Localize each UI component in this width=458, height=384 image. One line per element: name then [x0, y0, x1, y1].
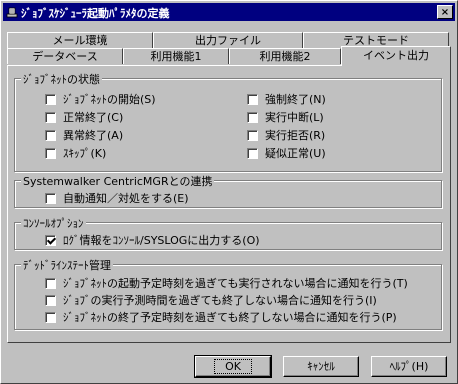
checkbox-exec-suspend[interactable]: 実行中断(L) [247, 109, 324, 125]
checkbox-abnormal-end[interactable]: 異常終了(A) [45, 127, 123, 143]
checkbox-label: 疑似正常(U) [265, 147, 326, 160]
checkbox-box[interactable] [45, 111, 56, 123]
ok-button-label: OK [214, 359, 252, 374]
group-title-jobnet-status: ｼﾞｮﾌﾞﾈｯﾄの状態 [21, 71, 102, 87]
group-console: ｺﾝｿｰﾙｵﾌﾟｼｮﾝ ﾛｸﾞ情報をｺﾝｿｰﾙ/SYSLOGに出力する(O) [14, 215, 442, 250]
close-button[interactable]: × [437, 5, 453, 19]
window-title: ｼﾞｮﾌﾞｽｹｼﾞｭｰﾗ起動ﾊﾟﾗﾒﾀの定義 [21, 7, 170, 20]
checkbox-forced-end[interactable]: 強制終了(N) [247, 91, 326, 107]
checkbox-label: ｼﾞｮﾌﾞﾈｯﾄの起動予定時刻を過ぎても実行されない場合に通知を行う(T) [63, 277, 408, 290]
tab-output-file[interactable]: 出力ファイル [153, 32, 303, 48]
checkbox-label: 自動通知／対処をする(E) [63, 192, 189, 205]
checkbox-exec-reject[interactable]: 実行拒否(R) [247, 127, 325, 143]
checkbox-box[interactable] [247, 147, 258, 159]
checkbox-box[interactable] [45, 129, 56, 141]
tab-feature2[interactable]: 利用機能2 [229, 48, 341, 64]
group-title-deadline: ﾃﾞｯﾄﾞﾗｲﾝｽﾃｰﾄ管理 [21, 257, 113, 273]
checkbox-label: ﾛｸﾞ情報をｺﾝｿｰﾙ/SYSLOGに出力する(O) [63, 234, 260, 247]
help-button[interactable]: ﾍﾙﾌﾟ(H) [371, 356, 447, 377]
tab-mail-env[interactable]: メール環境 [7, 32, 153, 48]
title-bar: ｼﾞｮﾌﾞｽｹｼﾞｭｰﾗ起動ﾊﾟﾗﾒﾀの定義 × [3, 3, 455, 21]
checkbox-box[interactable] [45, 93, 56, 105]
checkbox-deadline-start[interactable]: ｼﾞｮﾌﾞﾈｯﾄの起動予定時刻を過ぎても実行されない場合に通知を行う(T) [45, 275, 408, 291]
checkbox-box[interactable] [247, 111, 258, 123]
checkbox-label: ｼﾞｮﾌﾞの実行予測時間を過ぎても終了しない場合に通知を行う(I) [63, 294, 377, 307]
checkbox-box[interactable] [45, 147, 56, 159]
checkbox-normal-end[interactable]: 正常終了(C) [45, 109, 123, 125]
checkbox-label: 実行拒否(R) [265, 129, 326, 142]
group-deadline: ﾃﾞｯﾄﾞﾗｲﾝｽﾃｰﾄ管理 ｼﾞｮﾌﾞﾈｯﾄの起動予定時刻を過ぎても実行されな… [14, 257, 442, 330]
checkbox-box[interactable] [247, 129, 258, 141]
checkbox-label: 異常終了(A) [63, 129, 124, 142]
checkbox-label: 強制終了(N) [265, 93, 326, 106]
checkbox-label: 正常終了(C) [63, 111, 124, 124]
checkbox-pseudo-normal[interactable]: 疑似正常(U) [247, 145, 326, 161]
group-jobnet-status: ｼﾞｮﾌﾞﾈｯﾄの状態 ｼﾞｮﾌﾞﾈｯﾄの開始(S) 正常終了(C) 異常終了(… [14, 71, 442, 172]
group-title-centric: Systemwalker CentricMGRとの連携 [21, 173, 215, 189]
checkbox-auto-notify[interactable]: 自動通知／対処をする(E) [45, 190, 189, 206]
checkbox-jobnet-start[interactable]: ｼﾞｮﾌﾞﾈｯﾄの開始(S) [45, 91, 156, 107]
ok-button[interactable]: OK [194, 355, 272, 378]
dialog-window: ｼﾞｮﾌﾞｽｹｼﾞｭｰﾗ起動ﾊﾟﾗﾒﾀの定義 × メール環境 出力ファイル テス… [0, 0, 458, 384]
checkbox-deadline-exec[interactable]: ｼﾞｮﾌﾞの実行予測時間を過ぎても終了しない場合に通知を行う(I) [45, 292, 377, 308]
checkbox-skip[interactable]: ｽｷｯﾌﾟ(K) [45, 145, 106, 161]
group-centric: Systemwalker CentricMGRとの連携 自動通知／対処をする(E… [14, 173, 442, 208]
checkbox-box[interactable] [45, 192, 56, 204]
checkbox-label: ｼﾞｮﾌﾞﾈｯﾄの終了予定時刻を過ぎても終了しない場合に通知を行う(P) [63, 311, 397, 324]
tab-panel: ｼﾞｮﾌﾞﾈｯﾄの状態 ｼﾞｮﾌﾞﾈｯﾄの開始(S) 正常終了(C) 異常終了(… [7, 65, 451, 343]
checkbox-label: 実行中断(L) [265, 111, 324, 124]
tab-database[interactable]: データベース [7, 48, 123, 64]
checkbox-deadline-end[interactable]: ｼﾞｮﾌﾞﾈｯﾄの終了予定時刻を過ぎても終了しない場合に通知を行う(P) [45, 309, 397, 325]
checkbox-box[interactable] [247, 93, 258, 105]
checkbox-box[interactable] [45, 234, 56, 246]
checkbox-box[interactable] [45, 294, 56, 306]
group-title-console: ｺﾝｿｰﾙｵﾌﾟｼｮﾝ [21, 215, 86, 231]
checkbox-label: ｼﾞｮﾌﾞﾈｯﾄの開始(S) [63, 93, 156, 106]
checkbox-box[interactable] [45, 277, 56, 289]
checkbox-box[interactable] [45, 311, 56, 323]
checkbox-log-console[interactable]: ﾛｸﾞ情報をｺﾝｿｰﾙ/SYSLOGに出力する(O) [45, 232, 260, 248]
cancel-button[interactable]: ｷｬﾝｾﾙ [283, 356, 359, 377]
tab-event-output[interactable]: イベント出力 [341, 46, 451, 66]
tab-feature1[interactable]: 利用機能1 [123, 48, 229, 64]
app-icon [6, 7, 18, 18]
checkbox-label: ｽｷｯﾌﾟ(K) [63, 147, 107, 160]
